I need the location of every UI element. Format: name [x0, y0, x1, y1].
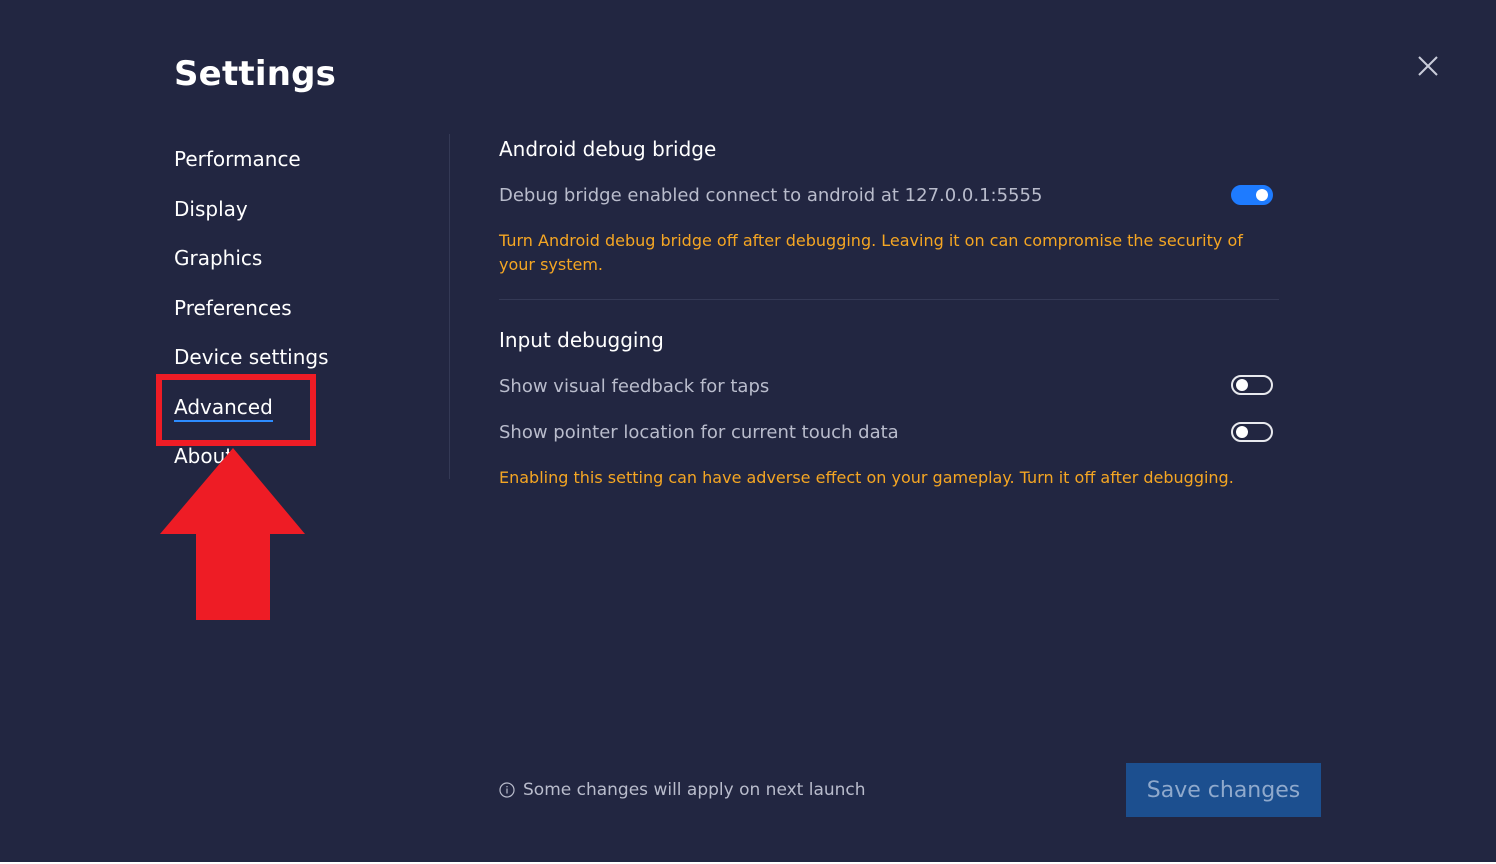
page-title: Settings — [174, 54, 337, 94]
adb-warning-text: Turn Android debug bridge off after debu… — [499, 231, 1243, 274]
sidebar-item-graphics[interactable]: Graphics — [174, 239, 444, 289]
toggle-knob — [1256, 189, 1268, 201]
tap-feedback-label: Show visual feedback for taps — [499, 376, 770, 397]
sidebar-divider — [449, 134, 450, 479]
sidebar-item-display[interactable]: Display — [174, 190, 444, 240]
adb-toggle[interactable] — [1231, 185, 1273, 205]
section-divider — [499, 299, 1279, 300]
adb-section-title: Android debug bridge — [499, 137, 717, 161]
save-changes-button[interactable]: Save changes — [1126, 763, 1321, 817]
restart-note: Some changes will apply on next launch — [499, 780, 866, 800]
toggle-knob — [1236, 426, 1248, 438]
toggle-knob — [1236, 379, 1248, 391]
close-icon — [1418, 56, 1438, 76]
info-icon — [499, 782, 515, 798]
tap-feedback-toggle[interactable] — [1231, 375, 1273, 395]
restart-note-text: Some changes will apply on next launch — [523, 780, 866, 800]
pointer-location-label: Show pointer location for current touch … — [499, 422, 899, 443]
settings-window: Settings Performance Display Graphics Pr… — [0, 0, 1496, 864]
sidebar-item-label: Preferences — [174, 295, 292, 320]
sidebar-item-label: Display — [174, 196, 248, 221]
sidebar-item-label: Device settings — [174, 345, 329, 369]
annotation-highlight-box — [156, 374, 316, 446]
close-button[interactable] — [1414, 52, 1442, 80]
sidebar-item-performance[interactable]: Performance — [174, 140, 444, 190]
annotation-arrow-icon — [160, 448, 305, 620]
sidebar-item-label: Performance — [174, 147, 301, 171]
input-debugging-section-title: Input debugging — [499, 328, 664, 352]
adb-toggle-label: Debug bridge enabled connect to android … — [499, 185, 1043, 206]
sidebar-item-preferences[interactable]: Preferences — [174, 289, 444, 339]
sidebar-item-label: Graphics — [174, 246, 263, 270]
pointer-location-toggle[interactable] — [1231, 422, 1273, 442]
input-debugging-warning-text: Enabling this setting can have adverse e… — [499, 468, 1234, 487]
